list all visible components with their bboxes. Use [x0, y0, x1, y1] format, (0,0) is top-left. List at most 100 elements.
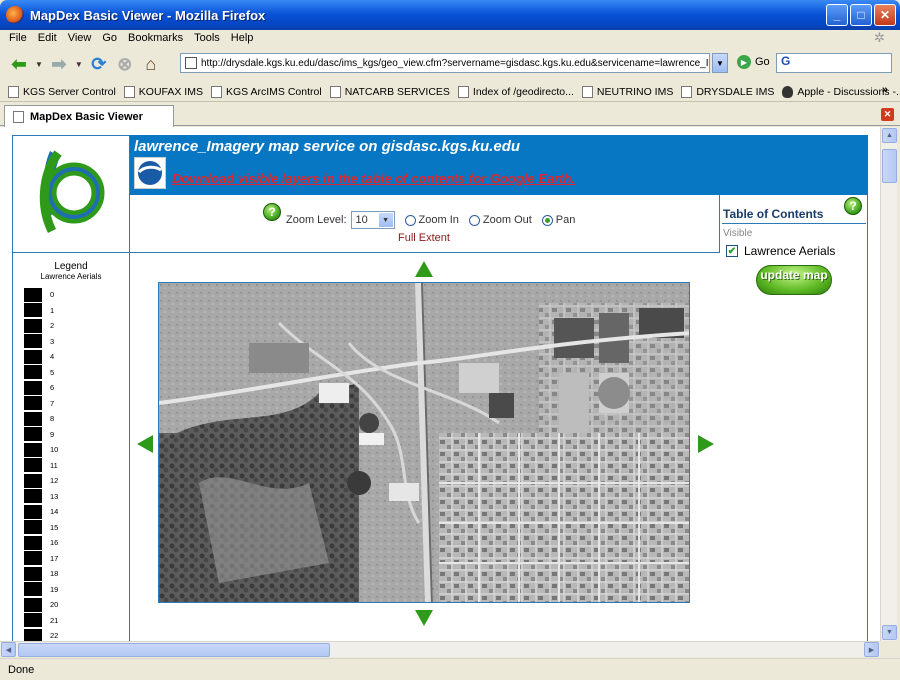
search-input[interactable]: G — [776, 53, 892, 73]
legend-item: 16 — [24, 535, 58, 551]
close-tab-icon[interactable]: ✕ — [881, 108, 894, 121]
window-title: MapDex Basic Viewer - Mozilla Firefox — [30, 7, 266, 23]
horizontal-scrollbar[interactable]: ◀ ▶ — [0, 641, 880, 657]
tab-mapdex[interactable]: MapDex Basic Viewer — [4, 105, 174, 127]
vertical-scroll-thumb[interactable] — [882, 149, 897, 183]
legend-swatch — [24, 396, 42, 411]
legend-label: 2 — [50, 321, 55, 331]
throbber-icon: ✲ — [874, 30, 885, 45]
legend-item: 5 — [24, 365, 58, 381]
legend-swatch — [24, 365, 42, 380]
toc-title: Table of Contents — [723, 207, 824, 221]
toc-layer-name: Lawrence Aerials — [744, 244, 836, 258]
pan-radio[interactable] — [541, 214, 553, 226]
url-input[interactable]: http://drysdale.kgs.ku.edu/dasc/ims_kgs/… — [180, 53, 710, 73]
legend-label: 13 — [50, 491, 59, 501]
menu-go[interactable]: Go — [102, 32, 117, 44]
scroll-down-icon[interactable]: ▼ — [882, 625, 897, 640]
menu-edit[interactable]: Edit — [38, 32, 57, 44]
vertical-scrollbar[interactable]: ▲ ▼ — [880, 127, 897, 641]
pan-east-arrow-icon[interactable] — [698, 435, 714, 453]
bookmark-item[interactable]: DRYSDALE IMS — [681, 85, 774, 98]
scroll-left-icon[interactable]: ◀ — [1, 642, 16, 657]
close-button[interactable]: ✕ — [874, 4, 896, 26]
go-button[interactable]: ▶ Go — [737, 55, 770, 69]
maximize-button[interactable]: □ — [850, 4, 872, 26]
menu-help[interactable]: Help — [231, 32, 254, 44]
menu-bookmarks[interactable]: Bookmarks — [128, 32, 183, 44]
forward-icon[interactable]: ➡ — [46, 51, 72, 77]
google-earth-download-link[interactable]: Download visible layers in the table of … — [172, 171, 575, 186]
horizontal-scroll-thumb[interactable] — [18, 643, 330, 657]
google-earth-icon[interactable] — [134, 157, 166, 189]
bookmark-page-icon — [210, 85, 222, 98]
zoom-help-icon[interactable]: ? — [263, 203, 281, 221]
reload-icon[interactable]: ⟳ — [86, 51, 112, 77]
home-icon[interactable]: ⌂ — [138, 51, 164, 77]
back-icon[interactable]: ⬅ — [6, 51, 32, 77]
legend-swatch — [24, 535, 42, 550]
legend-swatch — [24, 582, 42, 597]
legend-label: 11 — [50, 460, 58, 470]
legend-item: 15 — [24, 520, 58, 536]
bookmark-item[interactable]: NEUTRINO IMS — [581, 85, 673, 98]
status-text: Done — [8, 663, 35, 676]
status-bar: Done — [0, 658, 900, 680]
url-text: http://drysdale.kgs.ku.edu/dasc/ims_kgs/… — [201, 57, 709, 69]
minimize-button[interactable]: _ — [826, 4, 848, 26]
legend-item: 0 — [24, 287, 58, 303]
legend-label: 15 — [50, 522, 59, 532]
menu-view[interactable]: View — [68, 32, 92, 44]
legend-title: Legend — [54, 261, 88, 272]
scroll-up-icon[interactable]: ▲ — [882, 128, 897, 143]
title-bar: MapDex Basic Viewer - Mozilla Firefox _ … — [0, 0, 900, 30]
bookmark-page-icon — [123, 85, 135, 98]
zoom-level-label: Zoom Level: — [286, 214, 347, 226]
pan-north-arrow-icon[interactable] — [415, 261, 433, 277]
legend-swatch — [24, 520, 42, 535]
legend-item: 22 — [24, 628, 58, 641]
legend-swatch — [24, 303, 42, 318]
legend-item: 19 — [24, 582, 58, 598]
pan-west-arrow-icon[interactable] — [137, 435, 153, 453]
stop-icon[interactable]: ⊗ — [112, 51, 138, 77]
legend-swatch — [24, 334, 42, 349]
page-content: lawrence_Imagery map service on gisdasc.… — [0, 127, 880, 641]
full-extent-link[interactable]: Full Extent — [398, 232, 450, 244]
bookmark-item[interactable]: NATCARB SERVICES — [329, 85, 450, 98]
forward-dropdown-icon[interactable]: ▼ — [75, 60, 83, 69]
bookmark-page-icon — [681, 85, 693, 98]
bookmark-item[interactable]: KOUFAX IMS — [123, 85, 203, 98]
table-of-contents: Table of Contents ? Visible ✔ Lawrence A… — [720, 195, 868, 335]
legend-list: 0 1 2 3 4 5 6 7 8 9 10 11 12 13 14 15 16 17 18 19 20 21 22 — [24, 287, 58, 641]
legend-label: 17 — [50, 553, 59, 563]
layer-visible-checkbox[interactable]: ✔ — [726, 245, 738, 257]
bookmarks-overflow-icon[interactable]: » — [882, 84, 888, 96]
url-dropdown-icon[interactable]: ▼ — [712, 53, 728, 73]
scroll-right-icon[interactable]: ▶ — [864, 642, 879, 657]
pan-south-arrow-icon[interactable] — [415, 610, 433, 626]
legend-label: 20 — [50, 600, 59, 610]
legend-item: 11 — [24, 458, 58, 474]
menu-file[interactable]: File — [9, 32, 27, 44]
legend-item: 4 — [24, 349, 58, 365]
zoom-level-select[interactable]: 10 ▼ — [350, 211, 395, 229]
legend-label: 4 — [50, 352, 55, 362]
zoom-in-radio[interactable] — [404, 214, 416, 226]
toc-help-icon[interactable]: ? — [844, 197, 862, 215]
aerial-map-image[interactable] — [158, 282, 690, 603]
zoom-out-radio[interactable] — [468, 214, 480, 226]
bookmark-item[interactable]: KGS Server Control — [8, 85, 116, 98]
menu-tools[interactable]: Tools — [194, 32, 220, 44]
legend-label: 16 — [50, 538, 59, 548]
legend-subtitle: Lawrence Aerials — [40, 272, 102, 281]
bookmark-item[interactable]: Index of /geodirecto... — [457, 85, 574, 98]
legend-swatch — [24, 458, 42, 473]
bookmarks-toolbar: KGS Server Control KOUFAX IMS KGS ArcIMS… — [0, 82, 900, 102]
back-dropdown-icon[interactable]: ▼ — [35, 60, 43, 69]
legend-label: 1 — [50, 305, 55, 315]
bookmark-item[interactable]: KGS ArcIMS Control — [210, 85, 322, 98]
update-map-button[interactable]: update map — [756, 265, 832, 295]
map-controls: ? Zoom Level: 10 ▼ Zoom In Zoom Out Pan … — [130, 195, 720, 253]
go-label: Go — [755, 56, 770, 68]
